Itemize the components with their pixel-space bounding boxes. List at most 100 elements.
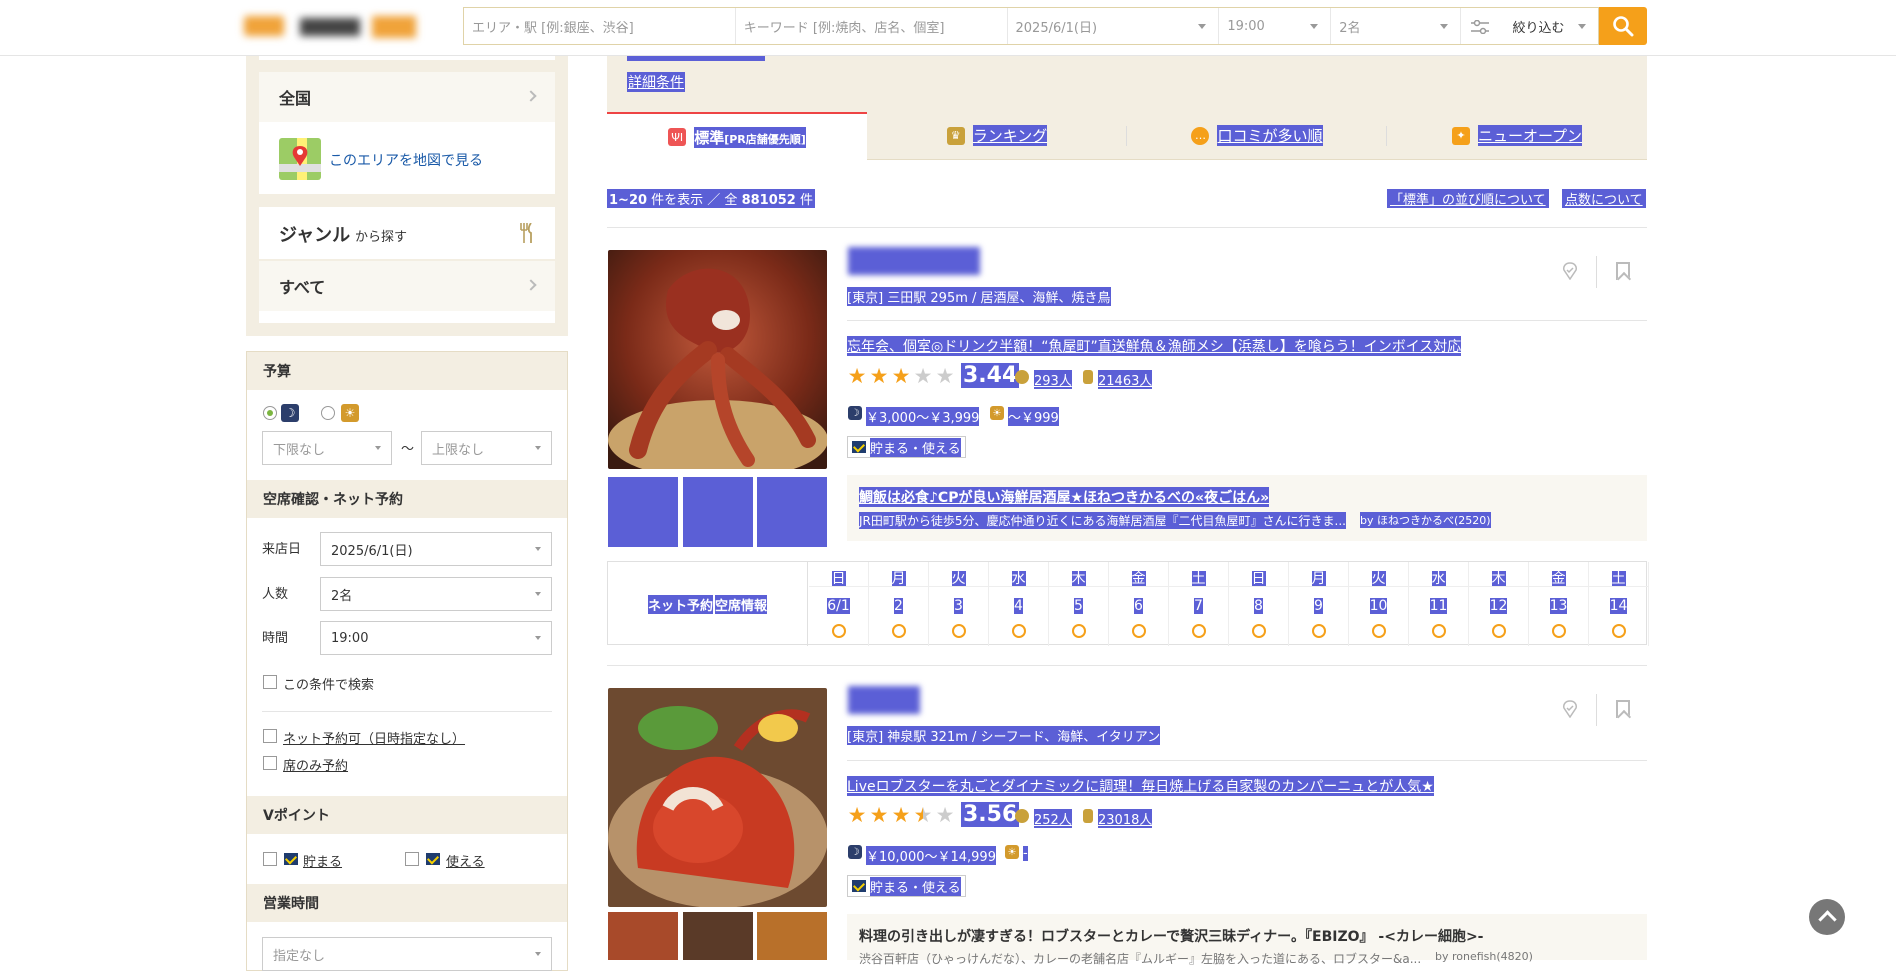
area-search-input[interactable]: エリア・駅 [例:銀座、渋谷] (464, 8, 736, 44)
calendar-day[interactable]: 金 13 (1529, 562, 1589, 646)
lunch-radio[interactable] (321, 406, 335, 420)
vpoint-use-link[interactable]: 使える (446, 851, 485, 870)
sidebar-people-select[interactable]: 2名 (320, 577, 552, 611)
calendar-day[interactable]: 月9 (1289, 562, 1349, 646)
available-circle-icon (1552, 624, 1566, 638)
net-ok-checkbox[interactable] (263, 729, 277, 743)
shop-main-photo[interactable] (608, 688, 827, 907)
budget-min-select[interactable]: 下限なし (262, 431, 392, 465)
net-ok-link[interactable]: ネット予約可（日時指定なし） (283, 728, 465, 747)
time-select[interactable]: 19:00 (1219, 8, 1332, 44)
review-count[interactable]: 293人 (1034, 370, 1072, 389)
sun-icon: ☀ (990, 406, 1004, 420)
vpoint-earn-link[interactable]: 貯まる (303, 851, 342, 870)
keyword-search-input[interactable]: キーワード [例:焼肉、店名、個室] (736, 8, 1008, 44)
star-icon: ★ (869, 364, 889, 388)
seat-only-link[interactable]: 席のみ予約 (283, 755, 348, 774)
detail-condition-link[interactable]: 詳細条件 (627, 72, 685, 92)
available-circle-icon (1612, 624, 1626, 638)
genre-all-link[interactable]: すべて (259, 261, 555, 311)
pr-review-title[interactable]: 鯛飯は必食♪CPが良い海鮮居酒屋★ほねつきかるべの«夜ごはん» (859, 487, 1270, 507)
sort-help-link[interactable]: 「標準」の並び順について (1387, 189, 1549, 208)
tab-standard[interactable]: ΨΙ 標準[PR店舗優先順] (607, 112, 867, 160)
search-bar: エリア・駅 [例:銀座、渋谷] キーワード [例:焼肉、店名、個室] 2025/… (463, 7, 1599, 45)
budget-max-select[interactable]: 上限なし (421, 431, 552, 465)
sun-icon: ☀ (341, 404, 359, 422)
map-link[interactable]: このエリアを地図で見る (329, 150, 483, 170)
budget-tilde: 〜 (401, 442, 415, 457)
calendar-day[interactable]: 土 14 (1589, 562, 1649, 646)
hours-select[interactable]: 指定なし (262, 937, 552, 971)
calendar-weekday: 水 (1431, 571, 1446, 587)
people-label: 人数 (262, 587, 289, 602)
budget-heading: 予算 (247, 352, 567, 390)
calendar-weekday: 月 (1311, 571, 1326, 587)
bookmark-icon[interactable] (1616, 700, 1630, 718)
calendar-day[interactable]: 木 12 (1469, 562, 1529, 646)
calendar-day[interactable]: 水 11 (1409, 562, 1469, 646)
lunch-price: ～￥999 (1008, 407, 1059, 426)
shop-thumb[interactable] (683, 912, 753, 960)
bookmark-icon[interactable] (1616, 262, 1630, 280)
calendar-day[interactable]: 火3 (929, 562, 989, 646)
shop-name[interactable] (848, 686, 920, 714)
shop-catch[interactable]: Liveロブスターを丸ごとダイナミックに調理！毎日焼上げる自家製のカンパーニュと… (847, 776, 1434, 796)
review-count[interactable]: 252人 (1034, 809, 1072, 828)
pin-icon[interactable] (1562, 700, 1578, 719)
sun-icon: ☀ (1005, 845, 1019, 859)
shop-thumb[interactable] (757, 477, 827, 547)
calendar-day[interactable]: 土7 (1169, 562, 1229, 646)
shop-catch[interactable]: 忘年会、個室◎ドリンク半額！“魚屋町”直送鮮魚＆漁師メシ【浜蒸し】を喰らう！イン… (847, 336, 1462, 356)
sidebar-date-select[interactable]: 2025/6/1(日) (320, 532, 552, 566)
people-select[interactable]: 2名 (1331, 8, 1462, 44)
star-icon: ★ (847, 364, 867, 388)
pr-review-title[interactable]: 料理の引き出しが凄すぎる！ロブスターとカレーで贅沢三昧ディナー。『EBIZO』 … (859, 926, 1484, 946)
calendar-day[interactable]: 月2 (869, 562, 929, 646)
shop-thumb[interactable] (757, 912, 827, 960)
calendar-date: 3 (954, 598, 963, 614)
genre-title: ジャンル (279, 225, 351, 246)
vpoint-earn-checkbox[interactable] (263, 852, 277, 866)
seat-only-checkbox[interactable] (263, 756, 277, 770)
shop-thumb[interactable] (608, 912, 678, 960)
vpoint-use-checkbox[interactable] (405, 852, 419, 866)
date-select[interactable]: 2025/6/1(日) (1008, 8, 1220, 44)
shop-main-photo[interactable] (608, 250, 827, 469)
calendar-day[interactable]: 金6 (1109, 562, 1169, 646)
score-help-link[interactable]: 点数について (1562, 189, 1646, 208)
pr-review-author[interactable]: by ronefish(4820) (1435, 950, 1533, 963)
date-label: 来店日 (262, 542, 302, 557)
dinner-price: ￥10,000～￥14,999 (866, 846, 996, 865)
available-circle-icon (1012, 624, 1026, 638)
tab-reviews[interactable]: … 口コミが多い順 (1127, 112, 1387, 160)
calendar-day[interactable]: 日8 (1229, 562, 1289, 646)
area-all-link[interactable]: 全国 (259, 72, 555, 122)
search-condition-checkbox[interactable] (263, 675, 277, 689)
page-top-button[interactable] (1809, 899, 1845, 935)
search-button[interactable] (1599, 7, 1647, 45)
tab-ranking[interactable]: ♛ ランキング (867, 112, 1127, 160)
calendar-day[interactable]: 日 6/1 (809, 562, 869, 646)
shop-thumb[interactable] (683, 477, 753, 547)
filter-button[interactable]: 絞り込む (1461, 8, 1598, 44)
sort-tabs: ΨΙ 標準[PR店舗優先順] ♛ ランキング … 口コミが多い順 ✦ ニューオー… (607, 112, 1647, 160)
save-count[interactable]: 21463人 (1098, 370, 1153, 389)
calendar-day[interactable]: 木5 (1049, 562, 1109, 646)
shop-score: 3.44 (961, 363, 1020, 388)
available-circle-icon (1132, 624, 1146, 638)
pin-icon[interactable] (1562, 262, 1578, 281)
shop-thumb[interactable] (608, 477, 678, 547)
shop-name[interactable] (848, 247, 980, 275)
save-count[interactable]: 23018人 (1098, 809, 1153, 828)
calendar-date: 6 (1134, 598, 1143, 614)
pr-review-author[interactable]: by ほねつきかるべ(2520) (1360, 512, 1491, 528)
sidebar-time-select[interactable]: 19:00 (320, 621, 552, 655)
calendar-day[interactable]: 水4 (989, 562, 1049, 646)
comment-icon (1015, 370, 1029, 384)
tab-new-open[interactable]: ✦ ニューオープン (1387, 112, 1647, 160)
site-logo[interactable] (244, 12, 444, 42)
calendar-day[interactable]: 火 10 (1349, 562, 1409, 646)
dinner-radio[interactable] (263, 406, 277, 420)
vpoint-icon (852, 880, 866, 892)
genre-header: ジャンル から探す (259, 207, 555, 259)
